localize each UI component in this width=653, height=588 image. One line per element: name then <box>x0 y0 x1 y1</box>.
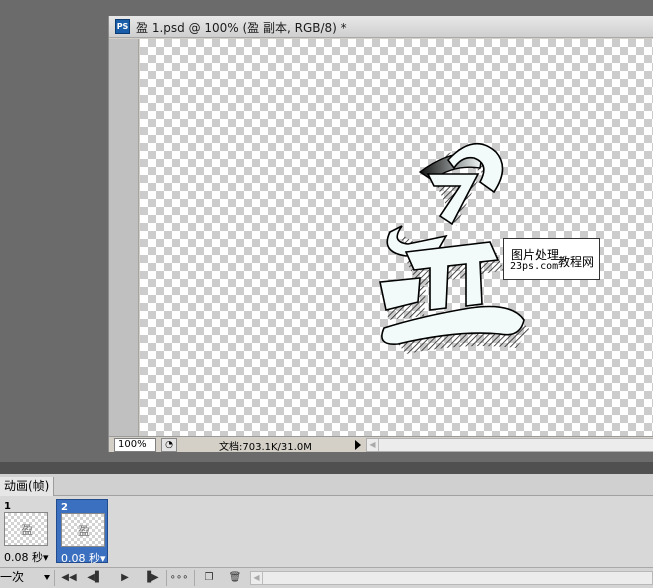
panel-tab-row: 动画(帧) <box>0 474 653 496</box>
document-statusbar: 100% ◔ 文档:703.1K/31.0M ◀ <box>109 436 653 453</box>
document-size: 文档:703.1K/31.0M <box>219 442 312 453</box>
document-window: PS 盈 1.psd @ 100% (盈 副本, RGB/8) * 图片处理 2… <box>108 16 653 453</box>
tween-icon[interactable]: ∘∘∘ <box>168 570 190 586</box>
canvas[interactable]: 图片处理 23ps.com 教程网 <box>140 39 653 436</box>
panel-dock-header <box>0 462 653 474</box>
thumbnail-art-icon: 盈 <box>78 524 91 538</box>
watermark-line2: 23ps.com <box>510 261 559 272</box>
toolbar-divider <box>166 570 167 586</box>
frame-thumbnail: 盈 <box>4 512 48 546</box>
toolbar-divider <box>194 570 195 586</box>
frame-delay[interactable]: 0.08 秒▾ <box>4 549 49 565</box>
frame-2[interactable]: 2 盈 0.08 秒▾ <box>56 499 108 566</box>
status-menu-arrow-icon[interactable] <box>355 440 361 450</box>
watermark-line3: 教程网 <box>558 255 595 269</box>
horizontal-scrollbar[interactable]: ◀ <box>366 438 653 452</box>
document-titlebar[interactable]: PS 盈 1.psd @ 100% (盈 副本, RGB/8) * <box>109 16 653 38</box>
zoom-field[interactable]: 100% <box>114 438 156 452</box>
watermark-stamp: 图片处理 23ps.com 教程网 <box>503 238 600 280</box>
tab-animation-frames[interactable]: 动画(帧) <box>0 477 55 496</box>
play-icon[interactable]: ▶ <box>114 570 136 586</box>
next-frame-icon[interactable]: ▐▶ <box>140 570 162 586</box>
animation-toolbar: 一次 ◀◀ ◀▌ ▶ ▐▶ ∘∘∘ ❐ 🗑 ◀ <box>0 567 653 588</box>
first-frame-icon[interactable]: ◀◀ <box>58 570 80 586</box>
animation-panel: 动画(帧) 1 盈 0.08 秒▾ 2 盈 0.08 秒▾ 一次 ◀◀ ◀▌ ▶… <box>0 462 653 588</box>
document-title: 盈 1.psd @ 100% (盈 副本, RGB/8) * <box>136 21 347 35</box>
delete-frame-icon[interactable]: 🗑 <box>224 570 246 586</box>
thumbnail-art-icon: 盈 <box>21 523 34 537</box>
scroll-left-icon[interactable]: ◀ <box>251 572 263 584</box>
status-options-icon[interactable]: ◔ <box>161 438 177 452</box>
previous-frame-icon[interactable]: ◀▌ <box>84 570 106 586</box>
frame-number: 1 <box>4 501 11 512</box>
frame-delay[interactable]: 0.08 秒▾ <box>61 550 106 566</box>
frames-scrollbar[interactable]: ◀ <box>250 571 653 585</box>
photoshop-icon: PS <box>115 19 130 34</box>
chevron-down-icon <box>44 575 50 580</box>
canvas-side-strip <box>109 39 139 436</box>
frame-thumbnail: 盈 <box>61 513 105 547</box>
frames-area: 1 盈 0.08 秒▾ 2 盈 0.08 秒▾ <box>0 497 653 566</box>
frame-number: 2 <box>61 502 68 513</box>
loop-option-value: 一次 <box>0 570 25 584</box>
toolbar-divider <box>54 570 55 586</box>
loop-options-select[interactable]: 一次 <box>0 570 52 586</box>
duplicate-frame-icon[interactable]: ❐ <box>198 570 220 586</box>
frame-1[interactable]: 1 盈 0.08 秒▾ <box>0 499 52 565</box>
scroll-left-icon[interactable]: ◀ <box>367 439 379 451</box>
